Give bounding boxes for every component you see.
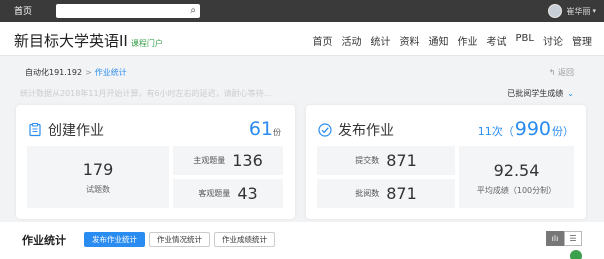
tab-publish-statistics[interactable]: 发布作业统计: [84, 232, 145, 247]
section-title: 作业统计: [22, 234, 66, 247]
nav-item-resources[interactable]: 资料: [400, 33, 420, 48]
course-title: 新目标大学英语II 课程门户: [14, 30, 163, 51]
course-portal-label[interactable]: 课程门户: [131, 39, 163, 48]
user-menu[interactable]: 崔华丽 ▾: [548, 3, 596, 19]
published-times-unit: 次（: [491, 125, 514, 138]
review-value: 871: [386, 184, 417, 203]
delay-notice: 统计数据从2018年11月开始计算，有6小时左右的延迟，请耐心等待...: [20, 89, 272, 98]
create-homework-title: 创建作业: [28, 120, 104, 140]
objective-box: 客观题量 43: [173, 179, 283, 208]
review-label: 批阅数: [355, 189, 380, 198]
question-total-box: 179 试题数: [27, 146, 169, 208]
submit-label: 提交数: [355, 156, 380, 165]
objective-value: 43: [237, 184, 258, 203]
back-icon[interactable]: ↰: [549, 68, 556, 77]
course-header: 新目标大学英语II 课程门户 首页 活动 统计 资料 通知 作业 考试 PBL 讨…: [0, 22, 604, 56]
statistics-tabs: 发布作业统计 作业情况统计 作业成绩统计: [84, 232, 279, 247]
avatar[interactable]: [548, 4, 563, 18]
check-circle-icon: [318, 123, 332, 137]
objective-label: 客观题量: [198, 189, 231, 198]
chevron-down-icon[interactable]: ⌄: [567, 89, 574, 98]
average-score-box: 92.54 平均成绩（100分制）: [459, 146, 574, 208]
create-homework-label: 创建作业: [48, 123, 104, 139]
subjective-value: 136: [232, 151, 263, 170]
grade-filter-dropdown[interactable]: 已批阅学生成绩 ⌄: [507, 88, 574, 99]
nav-item-statistics[interactable]: 统计: [371, 33, 391, 48]
nav-item-activity[interactable]: 活动: [342, 33, 362, 48]
subjective-label: 主观题量: [193, 156, 226, 165]
submit-box: 提交数 871: [317, 146, 455, 175]
breadcrumb: 自动化191.192 > 作业统计: [25, 67, 127, 78]
grade-filter-label[interactable]: 已批阅学生成绩: [507, 89, 563, 98]
average-score-label: 平均成绩（100分制）: [476, 186, 557, 195]
publish-homework-label: 发布作业: [338, 123, 394, 139]
document-icon: [29, 123, 41, 137]
bar-chart-icon[interactable]: ılı: [546, 231, 564, 246]
top-bar: 首页 ⌕ 崔华丽 ▾: [0, 0, 604, 22]
nav-item-discussion[interactable]: 讨论: [543, 33, 563, 48]
published-copies: 990: [514, 118, 551, 140]
chevron-down-icon[interactable]: ▾: [592, 7, 596, 15]
top-home-link[interactable]: 首页: [14, 4, 32, 17]
tab-score-statistics[interactable]: 作业成绩统计: [214, 232, 275, 247]
list-icon[interactable]: ☰: [564, 231, 582, 246]
breadcrumb-separator: >: [85, 68, 92, 77]
floating-helper-icon[interactable]: [570, 250, 582, 259]
review-box: 批阅数 871: [317, 179, 455, 208]
search-icon[interactable]: ⌕: [190, 4, 196, 18]
search-input[interactable]: ⌕: [56, 4, 200, 18]
main-nav: 首页 活动 统计 资料 通知 作业 考试 PBL 讨论 管理: [304, 33, 592, 48]
nav-item-notice[interactable]: 通知: [429, 33, 449, 48]
publish-homework-card: 发布作业 11 次（ 990 份） 提交数 871 批阅数 871 92.54 平均成…: [306, 105, 586, 219]
breadcrumb-class[interactable]: 自动化191.192: [25, 68, 82, 77]
question-total-label: 试题数: [86, 185, 110, 194]
submit-value: 871: [386, 151, 417, 170]
published-times: 11: [477, 125, 492, 138]
breadcrumb-current: 作业统计: [94, 68, 127, 77]
created-count: 61份: [249, 118, 281, 140]
create-homework-card: 创建作业 61份 179 试题数 主观题量 136 客观题量 43: [16, 105, 295, 219]
course-name: 新目标大学英语II: [14, 32, 128, 50]
nav-item-home[interactable]: 首页: [313, 33, 333, 48]
question-total-value: 179: [82, 160, 114, 179]
view-toggle: ılı ☰: [546, 231, 582, 246]
nav-item-manage[interactable]: 管理: [572, 33, 592, 48]
published-count: 11 次（ 990 份）: [478, 118, 574, 140]
back-button[interactable]: ↰ 返回: [549, 67, 574, 78]
average-score-value: 92.54: [493, 161, 540, 180]
sub-bar: 自动化191.192 > 作业统计 ↰ 返回 统计数据从2018年11月开始计算，有…: [0, 57, 604, 103]
nav-item-homework[interactable]: 作业: [458, 33, 478, 48]
created-count-unit: 份: [273, 128, 281, 137]
published-copies-unit: 份）: [552, 125, 574, 138]
publish-homework-title: 发布作业: [318, 120, 394, 140]
nav-item-exam[interactable]: 考试: [487, 33, 507, 48]
tab-homework-situation[interactable]: 作业情况统计: [149, 232, 210, 247]
homework-statistics-section: 作业统计 发布作业统计 作业情况统计 作业成绩统计 ılı ☰: [0, 222, 604, 259]
nav-item-pbl[interactable]: PBL: [516, 33, 534, 48]
created-count-value: 61: [248, 118, 273, 140]
back-label[interactable]: 返回: [558, 68, 574, 77]
user-name[interactable]: 崔华丽: [566, 6, 590, 17]
subjective-box: 主观题量 136: [173, 146, 283, 175]
